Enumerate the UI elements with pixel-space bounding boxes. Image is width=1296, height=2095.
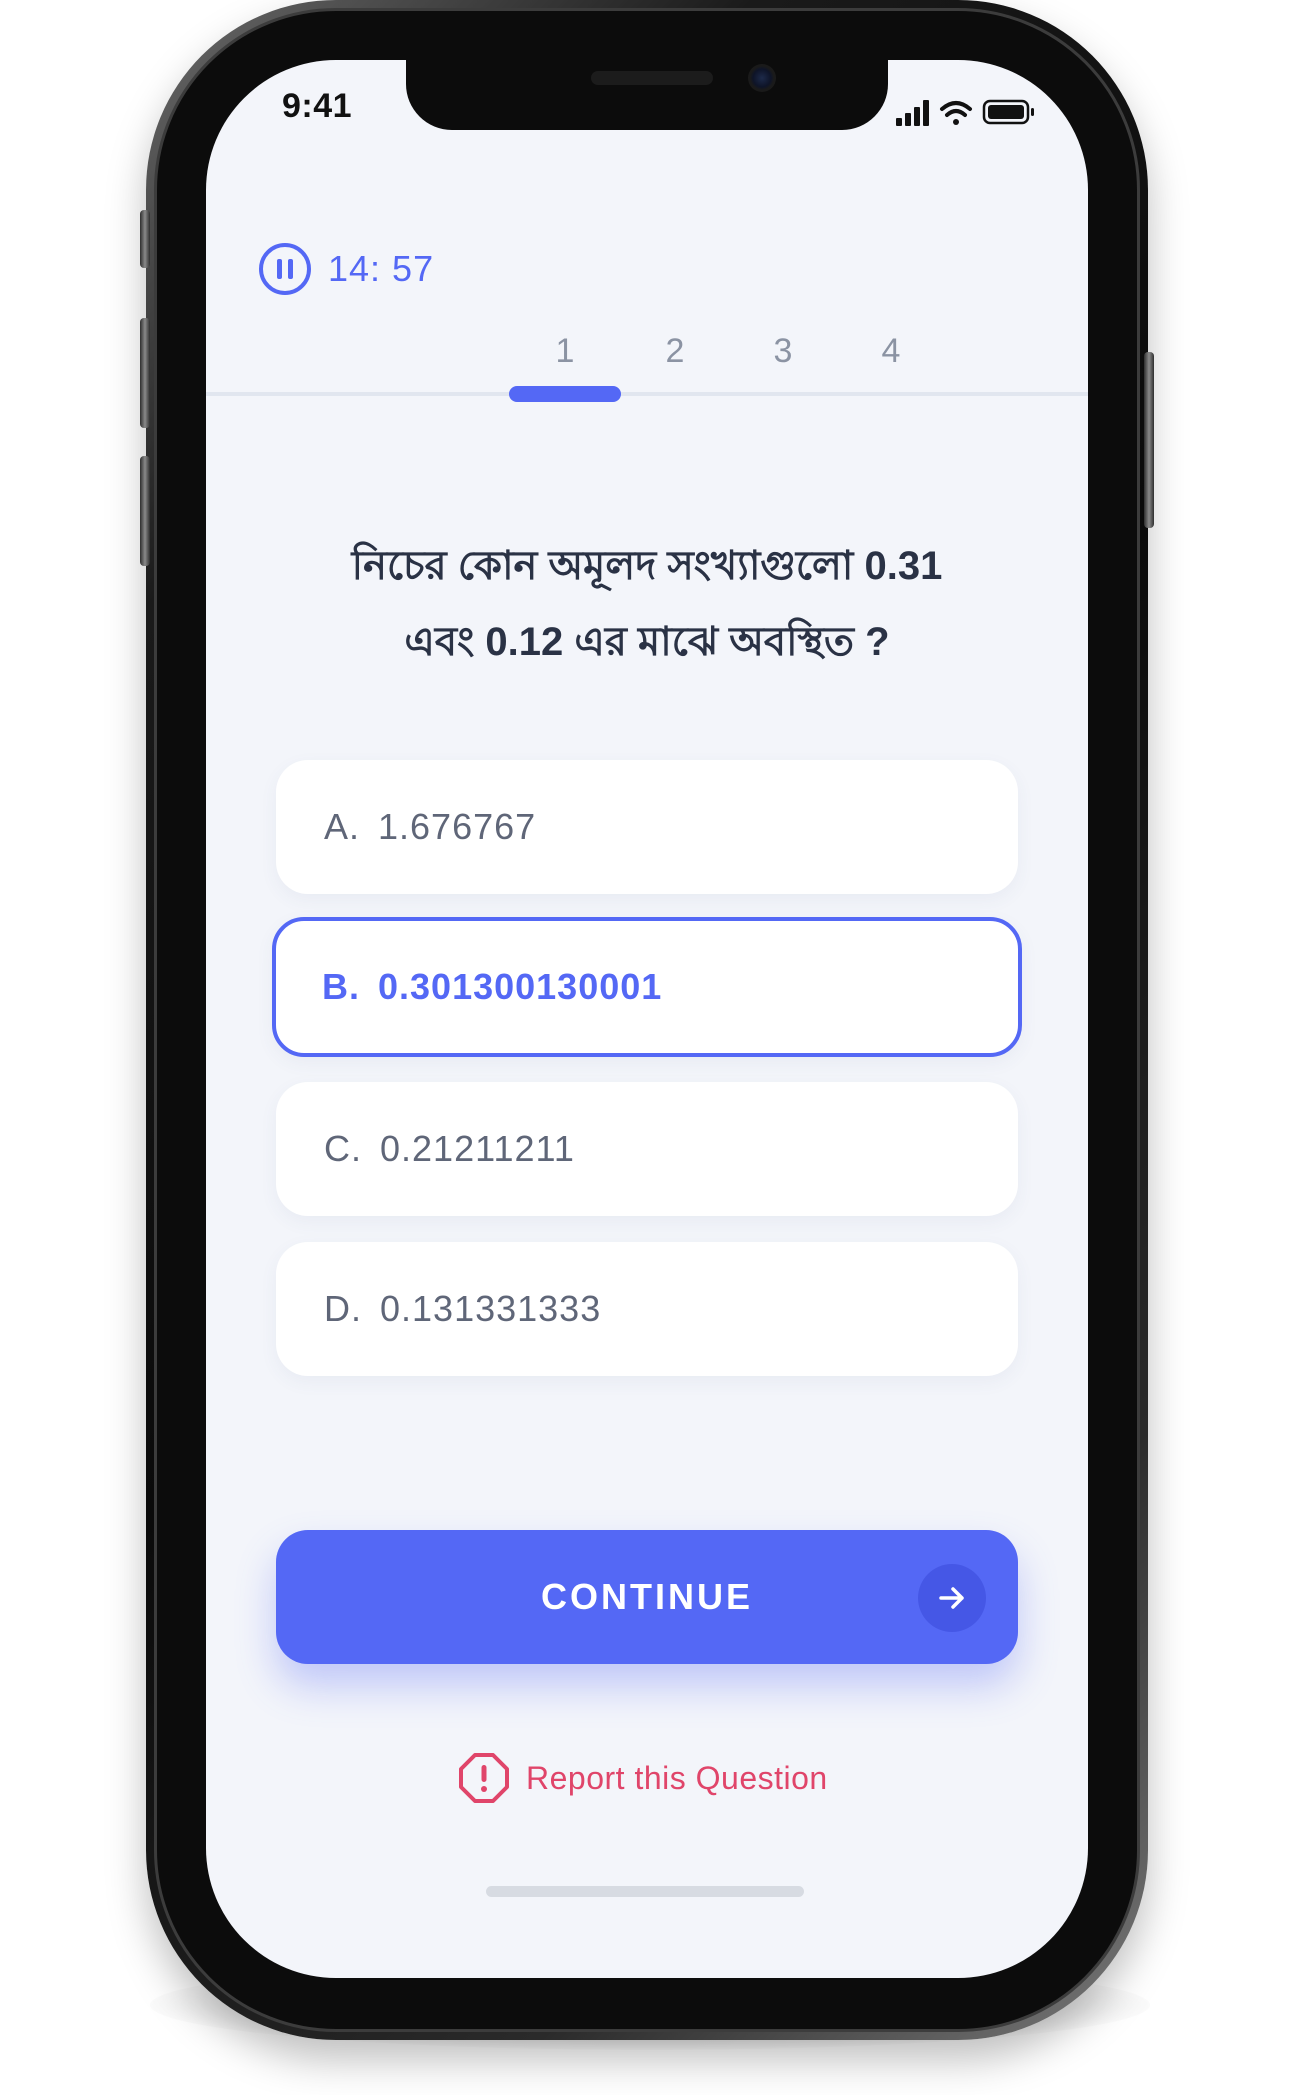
home-indicator[interactable] [486,1886,804,1897]
step-1[interactable]: 1 [535,332,595,371]
option-value: 0.21211211 [380,1128,575,1169]
speaker-grille [591,71,713,85]
option-value: 0.301300130001 [378,966,663,1007]
arrow-right-icon [918,1564,986,1632]
question-line-1: নিচের কোন অমূলদ সংখ্যাগুলো 0.31 [351,544,943,588]
option-a[interactable]: A. 1.676767 [276,760,1018,894]
volume-up-button [140,318,150,428]
power-button [1144,352,1154,528]
front-camera [748,64,776,92]
step-2[interactable]: 2 [645,332,705,371]
timer-text: 14: 57 [328,248,435,289]
step-4[interactable]: 4 [861,332,921,371]
option-letter: B. [322,966,360,1007]
quiz-timer: 14: 57 [258,242,434,296]
option-c[interactable]: C. 0.21211211 [276,1082,1018,1216]
status-icons [896,99,1034,126]
alert-octagon-icon [459,1753,509,1803]
option-letter: C. [324,1128,362,1169]
notch [406,60,888,130]
report-question-link[interactable]: Report this Question [458,1752,828,1804]
phone-frame: 9:41 14: 57 1 2 3 4 নিচের কোন অমূলদ সংখ্… [140,0,1154,2040]
option-letter: A. [324,806,361,847]
signal-icon [896,100,929,126]
question-steps: 1 2 3 4 [206,322,1088,402]
wifi-icon [940,101,972,125]
option-d[interactable]: D. 0.131331333 [276,1242,1018,1376]
report-label: Report this Question [526,1759,828,1796]
battery-icon [982,99,1034,125]
option-b[interactable]: B. 0.301300130001 [272,917,1022,1057]
status-time: 9:41 [282,87,353,125]
continue-label: CONTINUE [541,1576,753,1617]
app-screen: 9:41 14: 57 1 2 3 4 নিচের কোন অমূলদ সংখ্… [206,60,1088,1978]
active-step-indicator [509,386,621,402]
step-track [206,392,1088,396]
volume-down-button [140,456,150,566]
option-value: 0.131331333 [380,1288,602,1329]
question-line-2: এবং 0.12 এর মাঝে অবস্থিত ? [404,620,890,664]
option-value: 1.676767 [378,806,537,847]
mute-switch [140,210,150,268]
question-text: নিচের কোন অমূলদ সংখ্যাগুলো 0.31 এবং 0.12… [266,528,1028,680]
continue-button[interactable]: CONTINUE [276,1530,1018,1664]
step-3[interactable]: 3 [753,332,813,371]
pause-icon[interactable] [258,242,312,296]
option-letter: D. [324,1288,362,1329]
